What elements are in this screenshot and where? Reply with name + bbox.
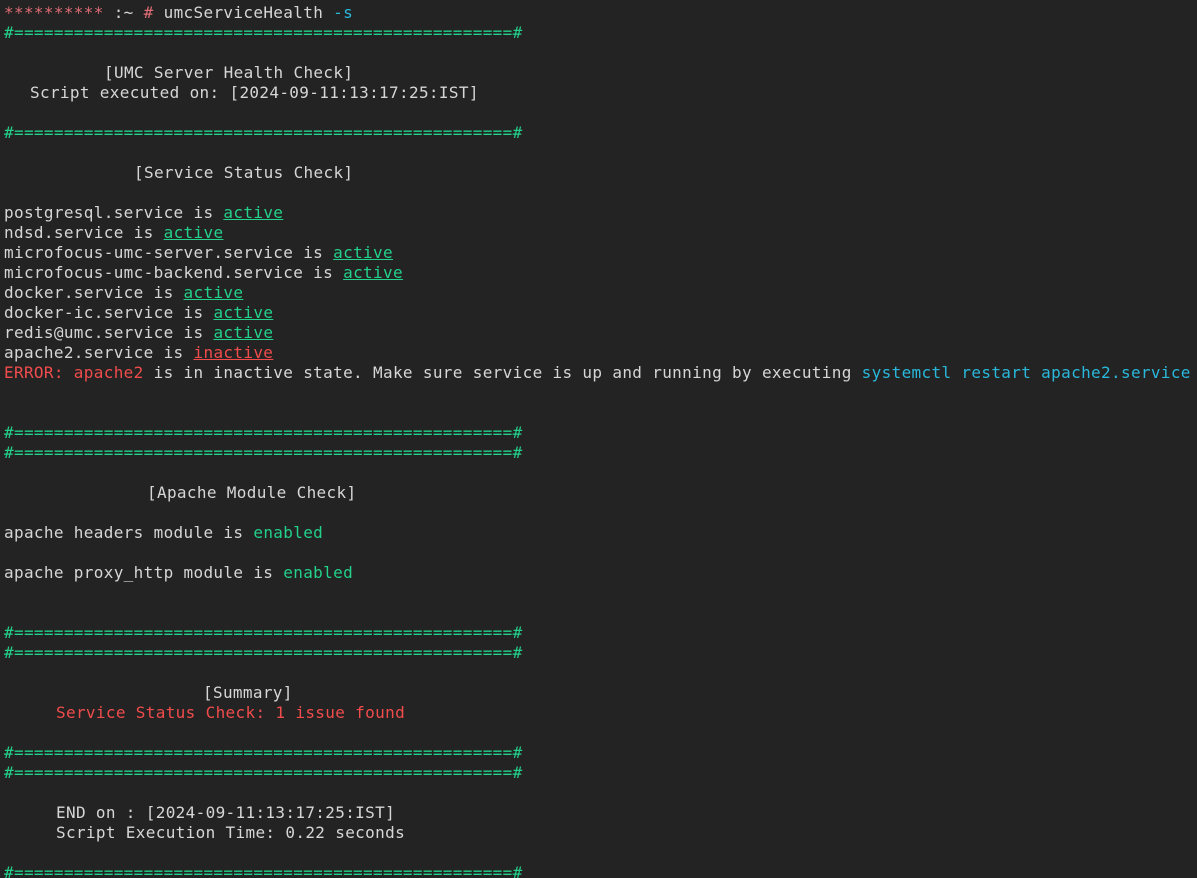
blank-line <box>4 43 1197 63</box>
service-name: postgresql.service <box>4 203 184 222</box>
is-connector: is <box>303 263 343 282</box>
service-status-line: microfocus-umc-server.service is active <box>4 243 1197 263</box>
health-check-title: [UMC Server Health Check] <box>4 63 1197 83</box>
blank-line <box>4 403 1197 423</box>
prompt-symbol: # <box>144 3 154 22</box>
apache-module-line: apache headers module is enabled <box>4 523 1197 543</box>
terminal-window: ********** :~ # umcServiceHealth -s #===… <box>0 0 1197 878</box>
is-connector: is <box>144 283 184 302</box>
executed-prefix: Script executed on: <box>30 83 229 102</box>
service-status-line: redis@umc.service is active <box>4 323 1197 343</box>
service-name: redis@umc.service <box>4 323 174 342</box>
separator-line: #=======================================… <box>4 123 1197 143</box>
separator-line: #=======================================… <box>4 863 1197 878</box>
separator-line: #=======================================… <box>4 623 1197 643</box>
service-name: ndsd.service <box>4 223 124 242</box>
summary-result-line: Service Status Check: 1 issue found <box>4 703 1197 723</box>
blank-line <box>4 603 1197 623</box>
service-status: active <box>184 283 244 302</box>
service-name: docker.service <box>4 283 144 302</box>
service-status-title: [Service Status Check] <box>4 163 1197 183</box>
summary-title: [Summary] <box>4 683 1197 703</box>
service-status: inactive <box>194 343 274 362</box>
service-status: active <box>213 323 273 342</box>
executed-timestamp: [2024-09-11:13:17:25:IST] <box>229 83 478 102</box>
error-line: ERROR: apache2 is in inactive state. Mak… <box>4 363 1197 383</box>
blank-line <box>4 543 1197 563</box>
is-connector: is <box>243 563 283 582</box>
service-status-line: ndsd.service is active <box>4 223 1197 243</box>
separator-line: #=======================================… <box>4 743 1197 763</box>
separator-line: #=======================================… <box>4 643 1197 663</box>
shell-prompt-line: ********** :~ # umcServiceHealth -s <box>4 3 1197 23</box>
command-flag: -s <box>333 3 353 22</box>
blank-line <box>4 103 1197 123</box>
separator-line: #=======================================… <box>4 763 1197 783</box>
blank-line <box>4 663 1197 683</box>
blank-line <box>4 183 1197 203</box>
service-status-line: postgresql.service is active <box>4 203 1197 223</box>
service-status: active <box>223 203 283 222</box>
is-connector: is <box>154 343 194 362</box>
module-name: apache headers module <box>4 523 213 542</box>
blank-line <box>4 843 1197 863</box>
is-connector: is <box>174 323 214 342</box>
is-connector: is <box>184 203 224 222</box>
service-status-line: microfocus-umc-backend.service is active <box>4 263 1197 283</box>
blank-line <box>4 143 1197 163</box>
blank-line <box>4 503 1197 523</box>
error-message: is in inactive state. Make sure service … <box>144 363 862 382</box>
module-status: enabled <box>253 523 323 542</box>
service-name: microfocus-umc-server.service <box>4 243 293 262</box>
blank-line <box>4 783 1197 803</box>
is-connector: is <box>213 523 253 542</box>
cwd: :~ <box>104 3 144 22</box>
service-status-line: docker-ic.service is active <box>4 303 1197 323</box>
module-status: enabled <box>283 563 353 582</box>
service-status: active <box>343 263 403 282</box>
blank-line <box>4 383 1197 403</box>
apache-module-line: apache proxy_http module is enabled <box>4 563 1197 583</box>
separator-line: #=======================================… <box>4 423 1197 443</box>
service-status: active <box>164 223 224 242</box>
service-status-line: docker.service is active <box>4 283 1197 303</box>
is-connector: is <box>293 243 333 262</box>
separator-line: #=======================================… <box>4 443 1197 463</box>
service-name: apache2.service <box>4 343 154 362</box>
service-status-line: apache2.service is inactive <box>4 343 1197 363</box>
script-executed-line: Script executed on: [2024-09-11:13:17:25… <box>4 83 1197 103</box>
service-name: docker-ic.service <box>4 303 174 322</box>
execution-time-line: Script Execution Time: 0.22 seconds <box>4 823 1197 843</box>
module-name: apache proxy_http module <box>4 563 243 582</box>
error-prefix: ERROR: apache2 <box>4 363 144 382</box>
apache-module-title: [Apache Module Check] <box>4 483 1197 503</box>
host-mask: ********** <box>4 3 104 22</box>
service-status: active <box>333 243 393 262</box>
blank-line <box>4 463 1197 483</box>
service-name: microfocus-umc-backend.service <box>4 263 303 282</box>
suggested-command: systemctl restart apache2.service <box>862 363 1191 382</box>
command-text: umcServiceHealth <box>154 3 334 22</box>
blank-line <box>4 723 1197 743</box>
end-timestamp-line: END on : [2024-09-11:13:17:25:IST] <box>4 803 1197 823</box>
blank-line <box>4 583 1197 603</box>
is-connector: is <box>174 303 214 322</box>
separator-line: #=======================================… <box>4 23 1197 43</box>
is-connector: is <box>124 223 164 242</box>
service-status: active <box>213 303 273 322</box>
